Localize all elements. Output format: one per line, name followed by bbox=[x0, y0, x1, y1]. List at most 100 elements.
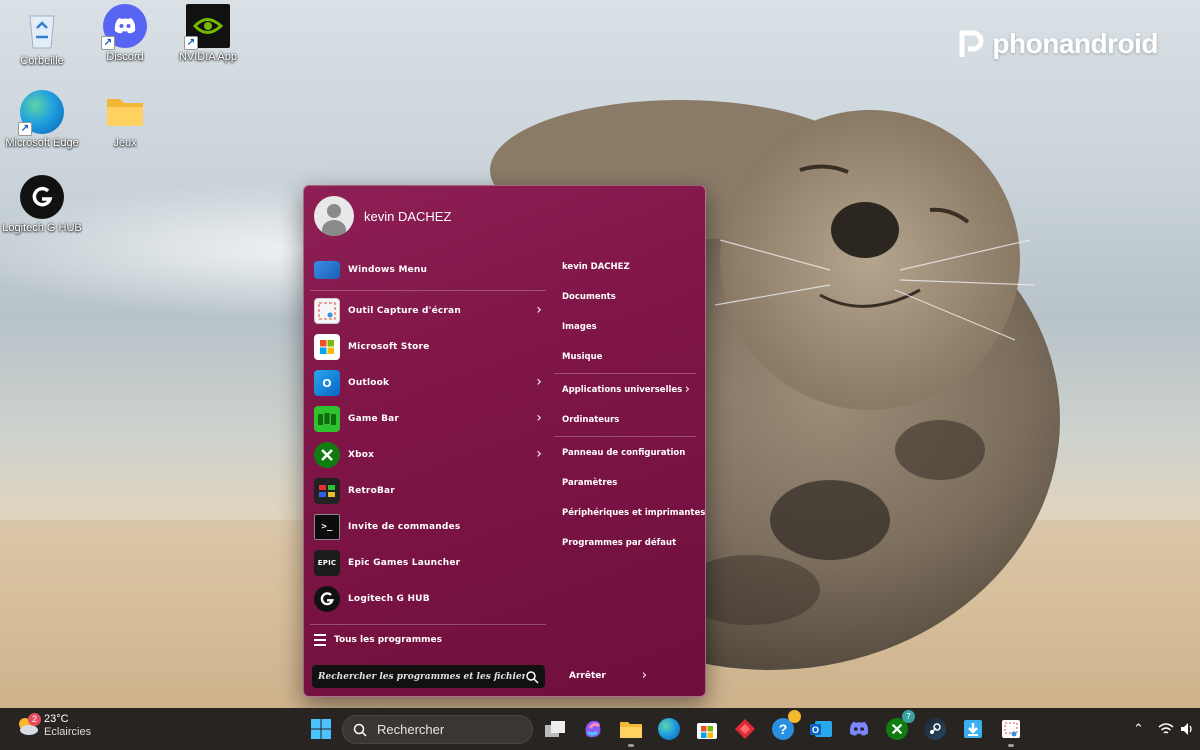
edge-icon: ↗ bbox=[18, 90, 64, 136]
user-name: kevin DACHEZ bbox=[364, 208, 452, 224]
recycle-bin-icon bbox=[20, 8, 64, 52]
place-default-programs[interactable]: Programmes par défaut bbox=[554, 528, 696, 558]
snipping-tool-icon bbox=[314, 298, 340, 324]
notification-dot bbox=[788, 710, 801, 723]
start-search-box[interactable] bbox=[312, 665, 545, 688]
weather-desc: Eclaircies bbox=[44, 726, 92, 738]
place-control-panel[interactable]: Panneau de configuration bbox=[554, 438, 696, 468]
logitech-g-icon bbox=[314, 586, 340, 612]
wifi-icon[interactable] bbox=[1158, 722, 1174, 736]
desktop-icon-recycle-bin[interactable]: Corbeille bbox=[0, 8, 84, 67]
discord-icon: ↗ bbox=[101, 4, 147, 50]
place-music[interactable]: Musique bbox=[554, 342, 696, 372]
windows-logo-icon bbox=[311, 719, 331, 739]
all-programs-button[interactable]: Tous les programmes bbox=[314, 634, 442, 646]
steam-icon bbox=[924, 718, 946, 740]
xbox-icon bbox=[314, 442, 340, 468]
taskbar-search[interactable]: Rechercher bbox=[342, 715, 533, 744]
store-icon bbox=[697, 723, 717, 739]
desktop-icon-microsoft-edge[interactable]: ↗ Microsoft Edge bbox=[0, 90, 84, 149]
pinned-programs-list: Windows Menu Outil Capture d'écran › Mic… bbox=[310, 252, 546, 617]
logitech-g-icon bbox=[20, 175, 64, 219]
program-outlook[interactable]: O Outlook › bbox=[310, 365, 546, 401]
start-menu: kevin DACHEZ Windows Menu Outil Capture … bbox=[303, 185, 706, 697]
desktop-icon-discord[interactable]: ↗ Discord bbox=[83, 4, 167, 63]
windows-menu-icon bbox=[314, 261, 340, 279]
file-explorer-button[interactable] bbox=[617, 715, 645, 747]
discord-icon bbox=[849, 721, 869, 736]
place-settings[interactable]: Paramètres bbox=[554, 468, 696, 498]
store-icon bbox=[314, 334, 340, 360]
file-explorer-icon bbox=[620, 722, 642, 738]
outlook-icon: O bbox=[314, 370, 340, 396]
chevron-right-icon: › bbox=[536, 410, 542, 426]
task-view-icon bbox=[545, 721, 565, 737]
start-search-input[interactable] bbox=[318, 671, 525, 682]
volume-icon[interactable] bbox=[1180, 722, 1194, 736]
program-game-bar[interactable]: Game Bar › bbox=[310, 401, 546, 437]
app-installer-button[interactable] bbox=[959, 715, 987, 743]
snipping-tool-button[interactable] bbox=[997, 715, 1025, 747]
copilot-button[interactable] bbox=[579, 715, 607, 743]
places-list: kevin DACHEZ Documents Images Musique Ap… bbox=[554, 252, 705, 558]
program-microsoft-store[interactable]: Microsoft Store bbox=[310, 329, 546, 365]
xbox-button[interactable]: 7 bbox=[883, 710, 915, 743]
weather-temp: 23°C bbox=[44, 713, 69, 725]
search-icon bbox=[526, 670, 539, 684]
nvidia-icon: ↗ bbox=[184, 4, 230, 50]
steam-button[interactable] bbox=[921, 715, 949, 743]
place-images[interactable]: Images bbox=[554, 312, 696, 342]
edge-button[interactable] bbox=[655, 715, 683, 743]
start-button[interactable] bbox=[307, 715, 335, 743]
program-xbox[interactable]: Xbox › bbox=[310, 437, 546, 473]
chevron-right-icon[interactable]: › bbox=[642, 668, 647, 683]
program-windows-menu[interactable]: Windows Menu bbox=[310, 252, 546, 288]
folder-icon bbox=[103, 90, 147, 134]
shutdown-button[interactable]: Arrêter › bbox=[569, 668, 647, 683]
phonandroid-logo-icon bbox=[959, 30, 984, 57]
desktop-icon-logitech-g-hub[interactable]: Logitech G HUB bbox=[0, 175, 84, 234]
program-snipping-tool[interactable]: Outil Capture d'écran › bbox=[310, 293, 546, 329]
place-computer[interactable]: Ordinateurs bbox=[554, 405, 696, 435]
chevron-right-icon: › bbox=[536, 446, 542, 462]
epic-games-icon: EPIC bbox=[314, 550, 340, 576]
discord-button[interactable] bbox=[845, 715, 873, 743]
weather-widget[interactable]: 2 23°C Eclaircies bbox=[16, 713, 91, 739]
help-button[interactable]: ? bbox=[769, 710, 801, 743]
user-avatar-icon bbox=[314, 196, 354, 236]
chevron-right-icon: › bbox=[684, 382, 690, 397]
desktop-icon-nvidia-app[interactable]: ↗ NVIDIA App bbox=[166, 4, 250, 63]
retro-diamond-button[interactable] bbox=[731, 715, 759, 743]
phonandroid-watermark: phonandroid bbox=[958, 28, 1158, 60]
task-view-button[interactable] bbox=[541, 715, 569, 743]
snipping-tool-icon bbox=[1002, 720, 1020, 738]
outlook-button[interactable]: O bbox=[807, 715, 835, 743]
search-icon bbox=[353, 723, 367, 737]
program-logitech-g-hub[interactable]: Logitech G HUB bbox=[310, 581, 546, 617]
partly-cloudy-icon: 2 bbox=[16, 713, 41, 737]
retrobar-icon bbox=[314, 478, 340, 504]
svg-text:O: O bbox=[812, 725, 819, 735]
chevron-right-icon: › bbox=[536, 374, 542, 390]
store-button[interactable] bbox=[693, 715, 721, 743]
program-epic-games-launcher[interactable]: EPIC Epic Games Launcher bbox=[310, 545, 546, 581]
list-icon bbox=[314, 634, 326, 646]
edge-icon bbox=[658, 718, 680, 740]
place-devices-printers[interactable]: Périphériques et imprimantes bbox=[554, 498, 705, 528]
program-retrobar[interactable]: RetroBar bbox=[310, 473, 546, 509]
program-command-prompt[interactable]: >_ Invite de commandes bbox=[310, 509, 546, 545]
app-installer-icon bbox=[964, 720, 982, 738]
user-account[interactable]: kevin DACHEZ bbox=[314, 196, 451, 236]
weather-badge: 2 bbox=[28, 713, 41, 726]
xbox-badge: 7 bbox=[902, 710, 915, 723]
game-bar-icon bbox=[314, 406, 340, 432]
taskbar: 2 23°C Eclaircies Rechercher ? O 7 ⌃ bbox=[0, 708, 1200, 750]
cmd-icon: >_ bbox=[314, 514, 340, 540]
place-universal-apps[interactable]: Applications universelles › bbox=[554, 375, 696, 405]
place-documents[interactable]: Documents bbox=[554, 282, 696, 312]
chevron-up-icon[interactable]: ⌃ bbox=[1133, 721, 1144, 737]
desktop-icon-jeux[interactable]: Jeux bbox=[83, 90, 167, 149]
chevron-right-icon: › bbox=[536, 302, 542, 318]
place-user-folder[interactable]: kevin DACHEZ bbox=[554, 252, 696, 282]
copilot-icon bbox=[585, 720, 601, 738]
